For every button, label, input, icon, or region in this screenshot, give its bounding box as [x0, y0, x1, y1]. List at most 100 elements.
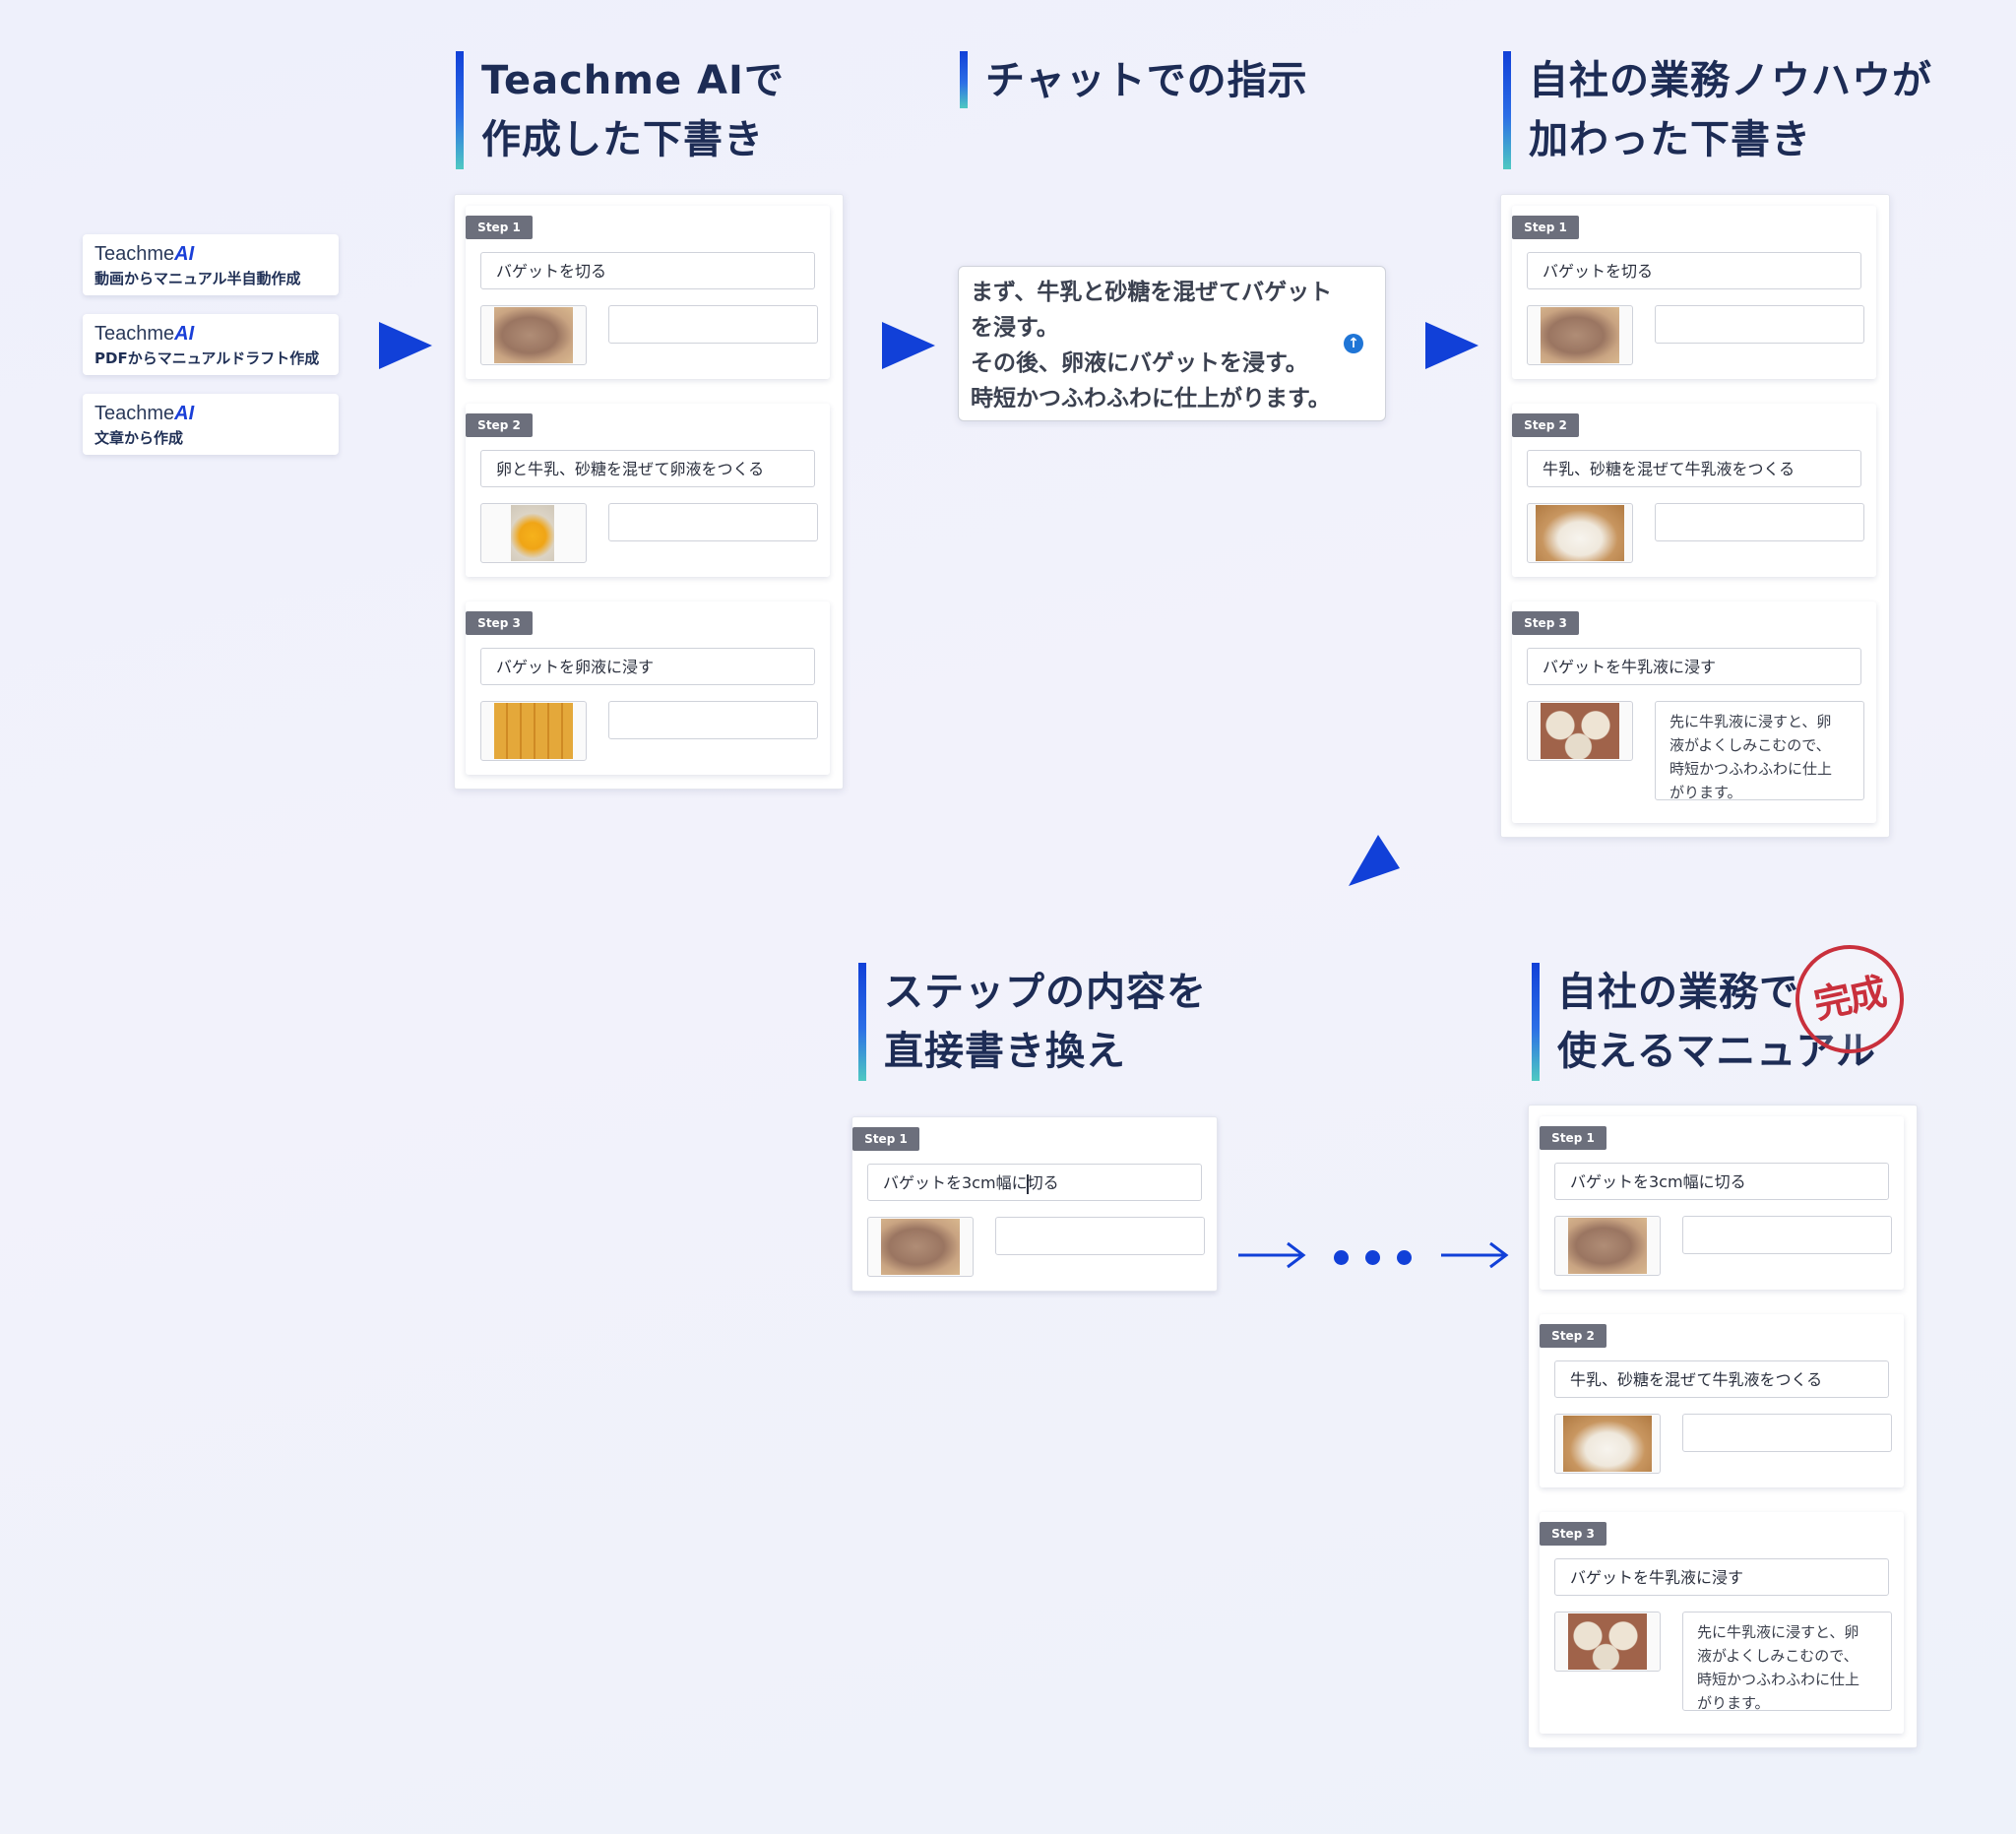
ellipsis-dot-icon [1334, 1250, 1349, 1265]
arrow-up-icon[interactable]: ↑ [1344, 334, 1363, 353]
flow-arrow-icon [1425, 322, 1479, 369]
step-note-field[interactable] [995, 1217, 1205, 1255]
step-title-field[interactable]: 卵と牛乳、砂糖を混ぜて卵液をつくる [480, 450, 815, 487]
product-card-text[interactable]: TeachmeAI 文章から作成 [83, 394, 339, 455]
step-tag: Step 1 [466, 216, 533, 239]
step-title-field[interactable]: バゲットを3cm幅に切る [867, 1164, 1202, 1201]
heading-knowhow: 自社の業務ノウハウが 加わった下書き [1503, 51, 1932, 169]
heading-line: ステップの内容を [884, 970, 1207, 1015]
step-thumbnail[interactable] [1527, 305, 1633, 365]
bread-photo [881, 1219, 960, 1275]
heading-draft: Teachme AIで 作成した下書き [456, 51, 785, 169]
ellipsis-dot-icon [1397, 1250, 1412, 1265]
toast-photo [494, 703, 573, 759]
flow-arrow-icon [379, 322, 432, 369]
step-note-field[interactable] [1682, 1414, 1892, 1452]
draft-step-1[interactable]: Step 1 バゲットを切る [466, 206, 830, 379]
chat-instruction-box[interactable]: まず、牛乳と砂糖を混ぜてバゲット を浸す。 その後、卵液にバゲットを浸す。 時短… [958, 266, 1386, 421]
step-title-field[interactable]: 牛乳、砂糖を混ぜて牛乳液をつくる [1554, 1360, 1889, 1398]
bread-photo [1541, 307, 1619, 363]
final-step-1[interactable]: Step 1 バゲットを3cm幅に切る [1540, 1116, 1904, 1290]
step-note-field[interactable] [1682, 1216, 1892, 1254]
note-line: がります。 [1697, 1694, 1770, 1712]
final-step-2[interactable]: Step 2 牛乳、砂糖を混ぜて牛乳液をつくる [1540, 1314, 1904, 1487]
brand-suffix: AI [174, 323, 195, 345]
bread-slices-photo [1568, 1613, 1647, 1670]
note-line: 時短かつふわふわに仕上 [1670, 760, 1833, 778]
step-title-field[interactable]: バゲットを切る [1527, 252, 1861, 289]
chat-line: 時短かつふわふわに仕上がります。 [971, 386, 1331, 411]
flow-arrow-icon [882, 322, 935, 369]
right-arrow-icon [1238, 1241, 1306, 1269]
note-line: 先に牛乳液に浸すと、卵 [1697, 1623, 1859, 1641]
brand-prefix: Teachme [94, 403, 175, 424]
step-tag: Step 2 [1540, 1324, 1606, 1348]
note-line: がります。 [1670, 784, 1742, 801]
note-line: 先に牛乳液に浸すと、卵 [1670, 713, 1832, 730]
heading-line: チャットでの指示 [985, 58, 1308, 103]
step-title-field[interactable]: 牛乳、砂糖を混ぜて牛乳液をつくる [1527, 450, 1861, 487]
step-thumbnail[interactable] [1554, 1612, 1661, 1672]
step-title-field[interactable]: バゲットを牛乳液に浸す [1527, 648, 1861, 685]
step-tag: Step 3 [1512, 611, 1579, 635]
step-note-field[interactable]: 先に牛乳液に浸すと、卵 液がよくしみこむので、 時短かつふわふわに仕上 がります… [1655, 701, 1864, 801]
step-title-field[interactable]: バゲットを牛乳液に浸す [1554, 1558, 1889, 1596]
step-thumbnail[interactable] [480, 503, 587, 563]
step-thumbnail[interactable] [480, 305, 587, 365]
heading-line: 作成した下書き [481, 117, 764, 162]
heading-line: 自社の業務ノウハウが [1529, 58, 1932, 103]
knowhow-step-1[interactable]: Step 1 バゲットを切る [1512, 206, 1876, 379]
note-line: 液がよくしみこむので、 [1697, 1647, 1858, 1665]
brand-prefix: Teachme [94, 243, 175, 265]
step-tag: Step 1 [852, 1127, 919, 1151]
step-tag: Step 3 [1540, 1522, 1606, 1546]
egg-photo [511, 505, 554, 561]
draft-step-2[interactable]: Step 2 卵と牛乳、砂糖を混ぜて卵液をつくる [466, 404, 830, 577]
step-note-field[interactable] [608, 701, 818, 739]
heading-line: 加わった下書き [1529, 117, 1811, 162]
step-tag: Step 2 [1512, 413, 1579, 437]
product-card-pdf[interactable]: TeachmeAI PDFからマニュアルドラフト作成 [83, 314, 339, 375]
rewrite-step-1[interactable]: Step 1 バゲットを3cm幅に切る [851, 1116, 1218, 1292]
brand-prefix: Teachme [94, 323, 175, 345]
step-note-field[interactable] [1655, 503, 1864, 541]
step-tag: Step 1 [1512, 216, 1579, 239]
heading-line: 直接書き換え [884, 1029, 1126, 1074]
bread-slices-photo [1541, 703, 1619, 759]
step-thumbnail[interactable] [1527, 503, 1633, 563]
knowhow-step-3[interactable]: Step 3 バゲットを牛乳液に浸す 先に牛乳液に浸すと、卵 液がよくしみこむの… [1512, 601, 1876, 823]
step-tag: Step 3 [466, 611, 533, 635]
heading-rewrite: ステップの内容を 直接書き換え [858, 963, 1207, 1081]
chat-line: まず、牛乳と砂糖を混ぜてバゲット [971, 280, 1333, 305]
step-note-field[interactable]: 先に牛乳液に浸すと、卵 液がよくしみこむので、 時短かつふわふわに仕上 がります… [1682, 1612, 1892, 1712]
milk-photo [1563, 1416, 1652, 1472]
product-desc: PDFからマニュアルドラフト作成 [94, 349, 320, 367]
step-thumbnail[interactable] [480, 701, 587, 761]
step-note-field[interactable] [1655, 305, 1864, 344]
draft-step-3[interactable]: Step 3 バゲットを卵液に浸す [466, 601, 830, 775]
right-arrow-icon [1441, 1241, 1509, 1269]
step-tag: Step 1 [1540, 1126, 1606, 1150]
title-text-before: バゲットを3cm幅に [883, 1173, 1028, 1192]
step-title-field[interactable]: バゲットを切る [480, 252, 815, 289]
step-thumbnail[interactable] [1527, 701, 1633, 761]
step-thumbnail[interactable] [1554, 1414, 1661, 1474]
knowhow-step-2[interactable]: Step 2 牛乳、砂糖を混ぜて牛乳液をつくる [1512, 404, 1876, 577]
step-note-field[interactable] [608, 305, 818, 344]
final-step-3[interactable]: Step 3 バゲットを牛乳液に浸す 先に牛乳液に浸すと、卵 液がよくしみこむの… [1540, 1512, 1904, 1734]
flow-arrow-diagonal-icon [1349, 835, 1400, 886]
chat-line: を浸す。 [971, 315, 1059, 341]
heading-line: Teachme AIで [481, 58, 785, 103]
product-card-video[interactable]: TeachmeAI 動画からマニュアル半自動作成 [83, 234, 339, 295]
step-title-field[interactable]: バゲットを卵液に浸す [480, 648, 815, 685]
step-title-field[interactable]: バゲットを3cm幅に切る [1554, 1163, 1889, 1200]
milk-photo [1536, 505, 1624, 561]
chat-line: その後、卵液にバゲットを浸す。 [971, 350, 1308, 376]
step-note-field[interactable] [608, 503, 818, 541]
product-desc: 動画からマニュアル半自動作成 [94, 270, 301, 287]
step-thumbnail[interactable] [1554, 1216, 1661, 1276]
ellipsis-dot-icon [1365, 1250, 1380, 1265]
title-text-after: 切る [1027, 1173, 1059, 1192]
heading-chat: チャットでの指示 [960, 51, 1308, 108]
step-thumbnail[interactable] [867, 1217, 974, 1277]
